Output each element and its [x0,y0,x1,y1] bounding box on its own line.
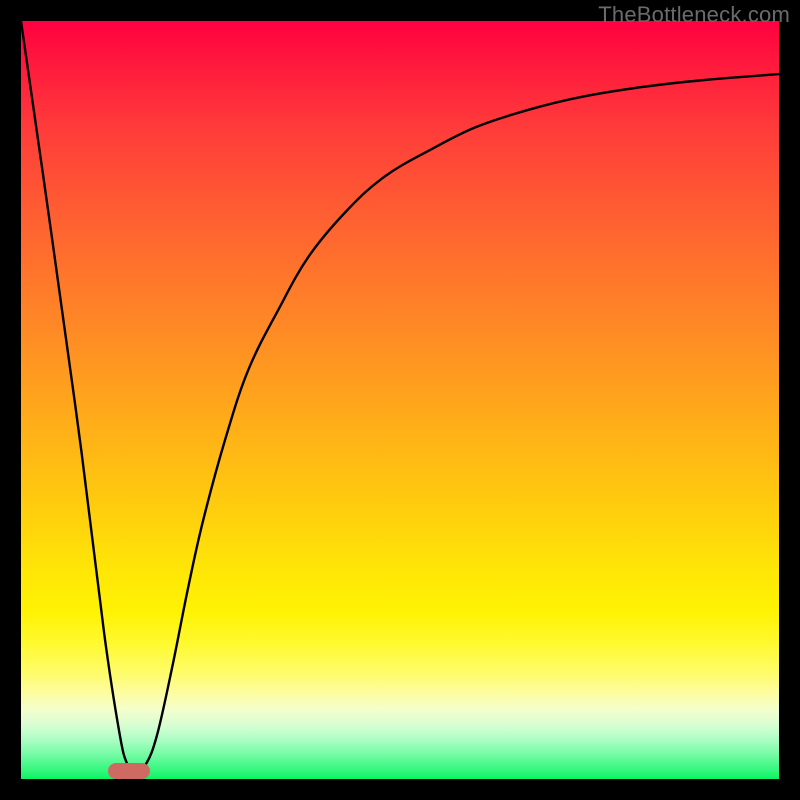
chart-frame: TheBottleneck.com [0,0,800,800]
plot-area [21,21,779,779]
minimum-marker [108,763,150,779]
watermark-text: TheBottleneck.com [598,2,790,28]
bottleneck-curve [21,21,779,779]
